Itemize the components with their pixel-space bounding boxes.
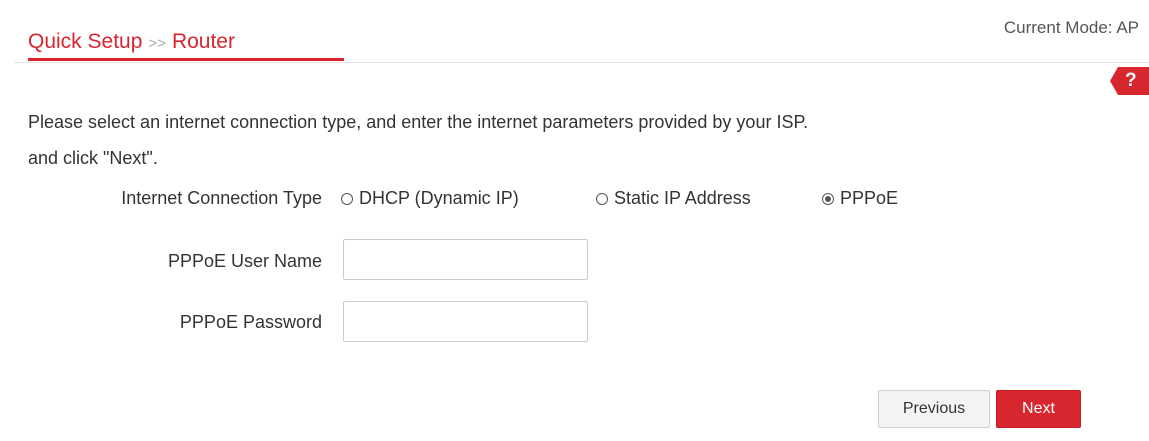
- previous-button[interactable]: Previous: [878, 390, 990, 428]
- radio-dhcp-label: DHCP (Dynamic IP): [359, 188, 519, 208]
- radio-pppoe-circle[interactable]: [822, 193, 834, 205]
- pppoe-password-input[interactable]: [343, 301, 588, 342]
- help-icon: ?: [1125, 70, 1137, 91]
- radio-pppoe-label: PPPoE: [840, 188, 899, 208]
- radio-static-ip-label: Static IP Address: [614, 188, 751, 208]
- active-tab-underline: [28, 58, 344, 61]
- help-button[interactable]: ?: [1110, 67, 1149, 95]
- breadcrumb-router: Router: [171, 30, 235, 53]
- breadcrumb: Quick Setup >> Router: [28, 30, 235, 54]
- radio-static-ip[interactable]: Static IP Address: [596, 188, 751, 209]
- pppoe-password-label: PPPoE Password: [179, 312, 322, 332]
- breadcrumb-separator: >>: [148, 35, 166, 52]
- pppoe-username-label: PPPoE User Name: [167, 251, 322, 271]
- instructions-line-1: Please select an internet connection typ…: [28, 112, 809, 132]
- radio-dhcp-circle[interactable]: [341, 193, 353, 205]
- radio-static-ip-circle[interactable]: [596, 193, 608, 205]
- pppoe-username-input[interactable]: [343, 239, 588, 280]
- instructions-line-2: and click "Next".: [28, 148, 158, 168]
- breadcrumb-quick-setup[interactable]: Quick Setup: [28, 30, 142, 53]
- radio-dhcp[interactable]: DHCP (Dynamic IP): [341, 188, 519, 209]
- quick-setup-page: Quick Setup >> Router Current Mode: AP ? P…: [0, 0, 1149, 441]
- page-header: Quick Setup >> Router Current Mode: AP: [14, 10, 1149, 63]
- current-mode-label: Current Mode: AP: [1003, 18, 1139, 37]
- instructions-text: Please select an internet connection typ…: [28, 104, 808, 176]
- radio-pppoe[interactable]: PPPoE: [822, 188, 898, 209]
- next-button[interactable]: Next: [996, 390, 1081, 428]
- connection-type-label: Internet Connection Type: [121, 188, 322, 208]
